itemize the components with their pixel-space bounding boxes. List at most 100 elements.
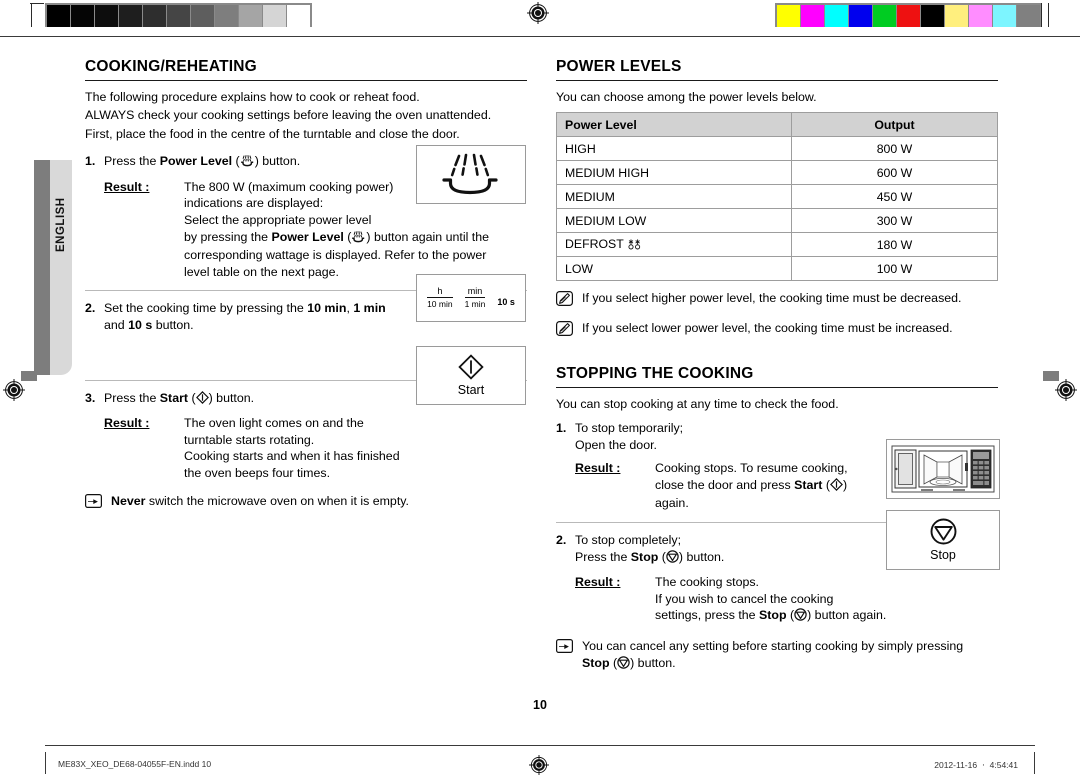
step-3-result: Result : The oven light comes on and the… [104, 415, 527, 481]
cancel-setting-note: You can cancel any setting before starti… [556, 638, 998, 673]
warning-bold: Never [111, 493, 146, 508]
table-row: DEFROST 180 W [556, 232, 998, 258]
step-1-result-line-5: corresponding wattage is displayed. Refe… [184, 248, 487, 263]
timer-min-label: min [464, 286, 486, 298]
start-button-caption: Start [457, 383, 485, 397]
registration-mark-top [527, 2, 549, 24]
start-icon [195, 390, 209, 409]
step-3-result-label: Result : [104, 416, 150, 431]
illustration-stop-button: Stop [886, 510, 1000, 570]
footer-tick-right [1034, 752, 1035, 774]
stopping-cooking-title: STOPPING THE COOKING [556, 364, 754, 382]
header-rule [0, 36, 1080, 37]
calibration-swatch [191, 5, 214, 27]
calibration-swatch [1017, 5, 1040, 27]
cell-level: MEDIUM LOW [556, 208, 792, 234]
pointing-hand-icon [556, 638, 575, 658]
stop-step-2-result: Result : The cooking stops. If you wish … [575, 574, 998, 626]
grayscale-calibration-strip [45, 3, 312, 27]
calibration-swatch [825, 5, 848, 27]
trim-tick [1041, 3, 1042, 27]
illustration-microwave-open-door [886, 439, 1000, 499]
cancel-setting-note-text: You can cancel any setting before starti… [582, 638, 998, 673]
warning-text: switch the microwave oven on when it is … [145, 493, 409, 508]
table-row: MEDIUM 450 W [556, 184, 998, 210]
trim-block [1043, 371, 1059, 381]
footer-divider [45, 745, 1035, 746]
cell-output: 600 W [791, 160, 998, 186]
right-column: POWER LEVELS You can choose among the po… [556, 58, 998, 673]
calibration-swatch [239, 5, 262, 27]
cell-level: HIGH [556, 136, 792, 162]
cell-level-defrost: DEFROST [556, 232, 792, 258]
step-3-result-text: The oven light comes on and the turntabl… [184, 415, 527, 481]
step-1-result-line-4: by pressing the Power Level () button ag… [184, 229, 527, 248]
s2-r3mid: ( [786, 608, 795, 623]
stop-step-1-number: 1. [556, 421, 567, 435]
cancel-note-line-2: Stop ( ) button. [582, 655, 998, 674]
cell-output: 180 W [791, 232, 998, 258]
s2-bold-10s: 10 s [128, 317, 153, 332]
stop-icon [617, 655, 630, 674]
table-row: MEDIUM HIGH 600 W [556, 160, 998, 186]
table-row: MEDIUM LOW 300 W [556, 208, 998, 234]
cancel-note-line-1: You can cancel any setting before starti… [582, 638, 964, 653]
stop-step-2-result-label: Result : [575, 575, 621, 590]
color-calibration-strip [775, 3, 1042, 27]
calibration-swatch [119, 5, 142, 27]
step-3-result-line-1: The oven light comes on and the [184, 416, 364, 431]
note-pencil-icon [556, 291, 575, 311]
rr-bold: Power Level [271, 229, 344, 244]
header-power-level: Power Level [556, 112, 792, 138]
header-output: Output [791, 112, 998, 138]
language-tab: ENGLISH [34, 160, 72, 375]
s2-lb: Press the [575, 549, 631, 564]
s2-lafter: ) button. [678, 549, 725, 564]
registration-mark-right [1055, 379, 1077, 401]
illustration-start-button: Start [416, 346, 526, 405]
calibration-swatch [95, 5, 118, 27]
step-3-text-after: ( [188, 390, 196, 405]
trim-tick [31, 3, 32, 27]
start-icon [830, 477, 843, 496]
s2-r3b: settings, press the [655, 608, 759, 623]
timer-10s-label: 10 s [497, 296, 515, 307]
cell-output: 100 W [791, 256, 998, 282]
illustration-timer-buttons: h 10 min min 1 min 10 s [416, 274, 526, 322]
note-higher-power: If you select higher power level, the co… [556, 290, 998, 311]
table-header-row: Power Level Output [556, 112, 998, 138]
step-3-text-before: Press the [104, 390, 160, 405]
step-1-text-before: Press the [104, 154, 160, 169]
stop-step-2-result-text: The cooking stops. If you wish to cancel… [655, 574, 998, 626]
footer-tick-left [45, 752, 46, 774]
cn-mid: ( [609, 655, 618, 670]
cooking-reheating-title: COOKING/REHEATING [85, 58, 257, 75]
cell-level: MEDIUM HIGH [556, 160, 792, 186]
step-1-text-after: ( [232, 154, 240, 169]
step-2-number: 2. [85, 301, 96, 316]
stop-2-res-line-3: settings, press the Stop () button again… [655, 607, 998, 626]
never-empty-warning: Never switch the microwave oven on when … [85, 493, 527, 513]
timer-10min-label: 10 min [427, 299, 453, 309]
cell-output: 300 W [791, 208, 998, 234]
cn-bold: Stop [582, 655, 610, 670]
manual-page: ENGLISH COOKING/REHEATING The following … [0, 0, 1080, 782]
cell-level: MEDIUM [556, 184, 792, 210]
illustration-dish-with-microwave-rays [416, 145, 526, 204]
intro-line-3: First, place the food in the centre of t… [85, 126, 460, 141]
stop-2-res-line-1: The cooking stops. [655, 575, 760, 590]
power-levels-title: POWER LEVELS [556, 58, 682, 75]
section-divider [556, 386, 998, 388]
s1-rb: close the door and press [655, 477, 795, 492]
note-pencil-icon [556, 321, 575, 341]
stopping-cooking-intro: You can stop cooking at any time to chec… [556, 396, 839, 411]
s2-lbold: Stop [630, 549, 659, 564]
calibration-swatch [873, 5, 896, 27]
trim-tick [30, 3, 44, 4]
calibration-swatch [993, 5, 1016, 27]
power-level-icon [351, 230, 366, 248]
s2-before: Set the cooking time by pressing the [104, 301, 308, 316]
rr-before: by pressing the [184, 229, 272, 244]
cn-after: ) button. [630, 655, 676, 670]
calibration-swatch [143, 5, 166, 27]
